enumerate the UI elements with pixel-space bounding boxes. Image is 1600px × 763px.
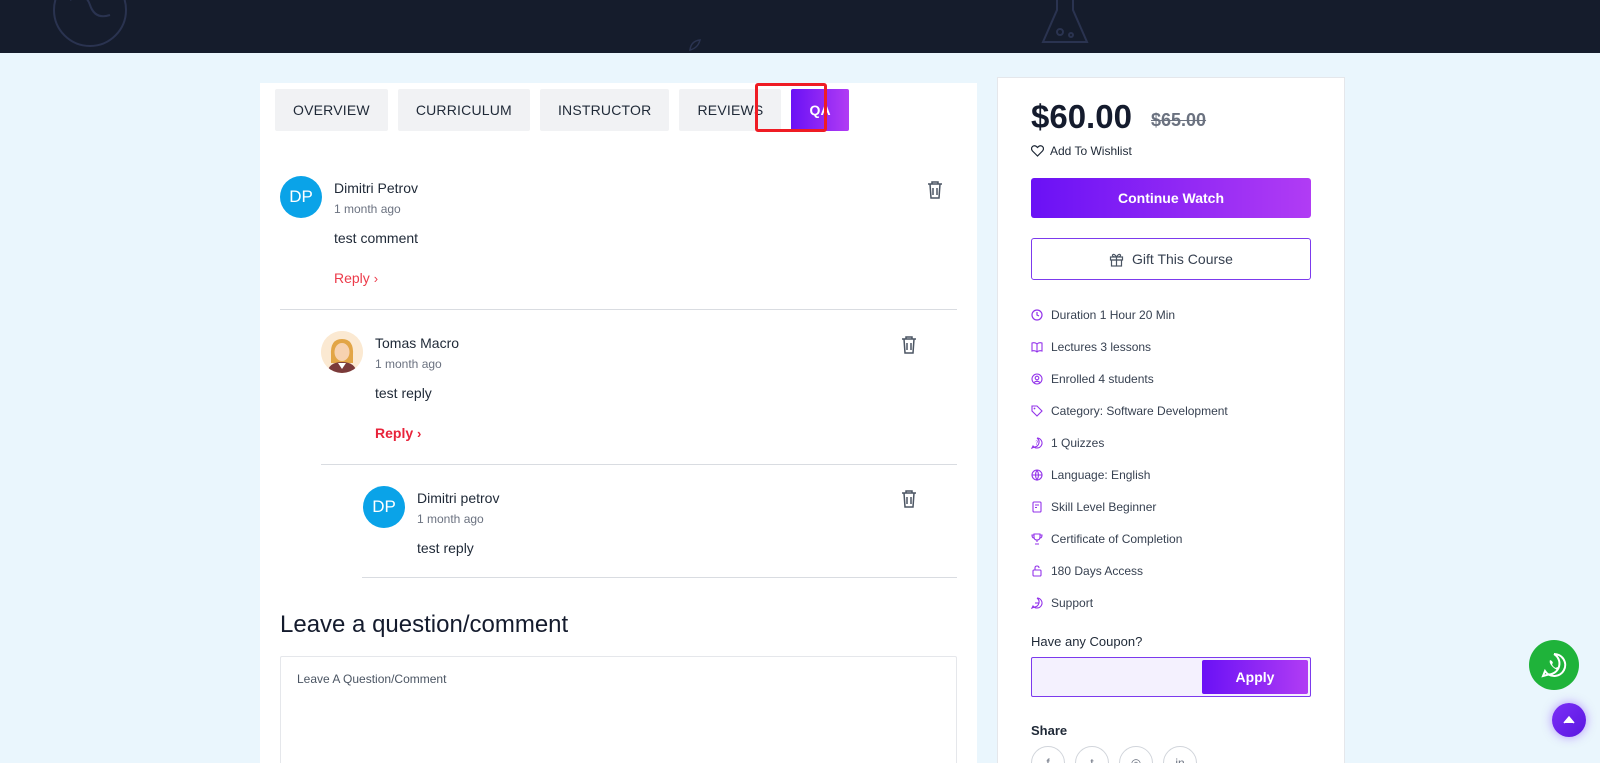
chevron-right-icon: › [417,426,422,441]
globe-decoration-icon [53,0,127,47]
user-portrait-icon [321,331,363,373]
info-skill-level: Skill Level Beginner [1031,491,1228,523]
info-quizzes: ? 1 Quizzes [1031,427,1228,459]
globe-icon [1031,469,1043,481]
tab-qa[interactable]: QA [791,89,849,131]
comment-author: Dimitri Petrov [334,180,419,196]
twitter-icon[interactable]: t [1075,746,1109,763]
comment-author: Dimitri petrov [417,490,500,506]
reply-label: Reply [334,270,370,286]
comment-divider [280,309,957,310]
apply-coupon-button[interactable]: Apply [1202,660,1308,694]
continue-watch-button[interactable]: Continue Watch [1031,178,1311,218]
svg-text:?: ? [1035,440,1038,447]
info-text: Category: Software Development [1051,404,1228,418]
gift-icon [1109,253,1124,267]
comment-text: test reply [417,540,474,556]
share-label: Share [1031,723,1068,738]
chevron-up-icon [1563,715,1575,724]
support-icon [1031,597,1043,609]
purchase-sidebar: $60.00 $65.00 Add To Wishlist Continue W… [997,77,1345,763]
comment-time: 1 month ago [375,357,442,371]
avatar: DP [280,176,322,218]
course-info-list: Duration 1 Hour 20 Min Lectures 3 lesson… [1031,299,1228,619]
instagram-icon[interactable]: ◎ [1119,746,1153,763]
heart-icon [1031,145,1044,157]
info-text: Support [1051,596,1094,610]
gift-course-button[interactable]: Gift This Course [1031,238,1311,280]
clock-icon [1031,309,1043,321]
coupon-label: Have any Coupon? [1031,634,1143,649]
reply-link[interactable]: Reply › [334,270,378,286]
level-icon [1032,501,1042,513]
course-tabs: OVERVIEW CURRICULUM INSTRUCTOR REVIEWS Q… [275,89,849,131]
reply-link[interactable]: Reply › [375,425,421,441]
info-support: Support [1031,587,1228,619]
add-to-wishlist-link[interactable]: Add To Wishlist [1031,144,1132,158]
info-text: Lectures 3 lessons [1051,340,1152,354]
tab-instructor[interactable]: INSTRUCTOR [539,89,670,131]
whatsapp-icon [1541,652,1567,678]
info-text: Language: English [1051,468,1151,482]
tab-overview[interactable]: OVERVIEW [275,89,388,131]
tab-reviews[interactable]: REVIEWS [679,89,782,131]
facebook-icon[interactable]: f [1031,746,1065,763]
info-category: Category: Software Development [1031,395,1228,427]
info-text: 180 Days Access [1051,564,1144,578]
comment-text: test comment [334,230,419,246]
course-content-card: OVERVIEW CURRICULUM INSTRUCTOR REVIEWS Q… [260,83,977,763]
avatar [321,331,363,373]
scroll-to-top-button[interactable] [1552,703,1586,737]
info-access: 180 Days Access [1031,555,1228,587]
chevron-right-icon: › [373,271,379,286]
info-certificate: Certificate of Completion [1031,523,1228,555]
share-icons: f t ◎ in [1031,746,1197,763]
info-text: Certificate of Completion [1051,532,1183,546]
flask-decoration-icon [1041,0,1089,43]
quiz-icon: ? [1031,437,1043,449]
gift-label: Gift This Course [1132,251,1233,267]
info-text: Skill Level Beginner [1051,500,1157,514]
whatsapp-button[interactable] [1529,640,1579,690]
info-enrolled: Enrolled 4 students [1031,363,1228,395]
comment-textarea[interactable] [280,656,957,763]
comment-divider [321,464,957,465]
leaf-decoration-icon [689,39,701,51]
lock-icon [1032,565,1042,577]
info-language: Language: English [1031,459,1228,491]
top-banner [0,0,1600,53]
tag-icon [1031,405,1043,417]
leave-comment-heading: Leave a question/comment [280,611,569,638]
info-text: Enrolled 4 students [1051,372,1154,386]
comment-divider [362,577,957,578]
info-duration: Duration 1 Hour 20 Min [1031,299,1228,331]
book-icon [1031,342,1043,353]
info-text: Duration 1 Hour 20 Min [1051,308,1176,322]
comment-author: Tomas Macro [375,335,460,351]
delete-icon[interactable] [900,489,918,509]
tab-curriculum[interactable]: CURRICULUM [397,89,530,131]
coupon-form: Apply [1031,657,1311,697]
delete-icon[interactable] [926,180,944,200]
delete-icon[interactable] [900,335,918,355]
user-icon [1031,373,1043,385]
comment-text: test reply [375,385,432,401]
trophy-icon [1031,533,1043,545]
comment-time: 1 month ago [417,512,484,526]
info-lectures: Lectures 3 lessons [1031,331,1228,363]
wishlist-label: Add To Wishlist [1050,144,1132,158]
course-price: $60.00 [1031,98,1132,135]
original-price: $65.00 [1151,110,1207,130]
reply-label: Reply [375,425,414,441]
linkedin-icon[interactable]: in [1163,746,1197,763]
coupon-input[interactable] [1032,658,1202,696]
comment-time: 1 month ago [334,202,401,216]
avatar: DP [363,486,405,528]
info-text: 1 Quizzes [1051,436,1105,450]
